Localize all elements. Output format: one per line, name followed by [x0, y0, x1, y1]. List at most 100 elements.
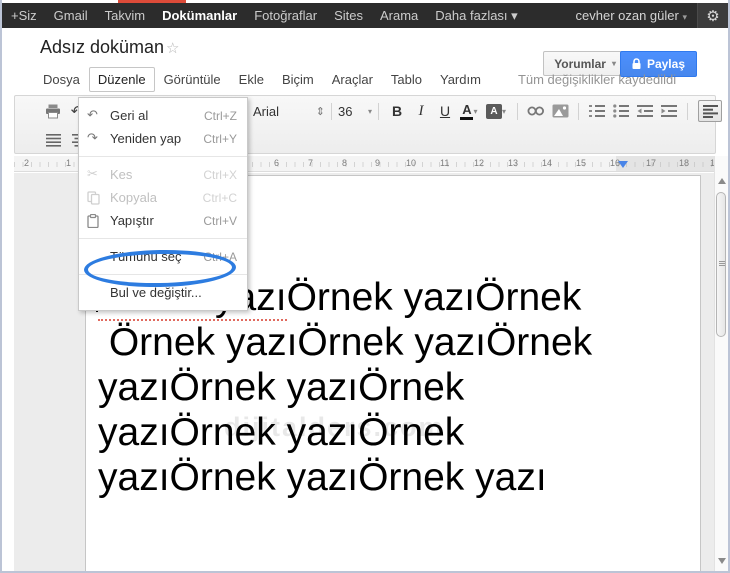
menu-goruntule[interactable]: Görüntüle	[155, 67, 230, 92]
align-left-button[interactable]	[698, 100, 722, 122]
outdent-icon	[637, 105, 653, 117]
menu-item-shortcut: Ctrl+Z	[204, 108, 237, 123]
nav-documents[interactable]: Dokümanlar	[162, 8, 237, 23]
scissors-icon: ✂	[87, 167, 98, 182]
menu-item-shortcut: Ctrl+C	[202, 190, 237, 205]
text-span: Örnek yazıÖrnek	[286, 276, 582, 319]
star-icon[interactable]: ☆	[166, 39, 179, 57]
redo-icon: ↷	[87, 131, 98, 146]
menu-duzenle[interactable]: Düzenle	[88, 67, 155, 92]
toolbar-separator	[578, 102, 579, 120]
nav-gmail[interactable]: Gmail	[54, 8, 88, 23]
account-menu[interactable]: cevher ozan güler ▾	[576, 8, 698, 23]
nav-more[interactable]: Daha fazlası ▾	[435, 8, 517, 24]
text-line: yazıÖrnek yazıÖrnek	[98, 411, 465, 454]
doc-header: Adsız doküman ☆ Yorumlar ▾ Paylaş Dosya …	[2, 28, 728, 95]
ruler-label: 14	[542, 158, 553, 168]
menu-item-shortcut: Ctrl+X	[203, 167, 237, 182]
chevron-down-icon: ▾	[511, 7, 518, 23]
italic-button[interactable]: I	[409, 100, 433, 122]
menu-item-redo[interactable]: ↷ Yeniden yap Ctrl+Y	[79, 127, 247, 150]
scrollbar-thumb[interactable]	[716, 192, 726, 337]
toolbar-separator	[687, 102, 688, 120]
format-controls: Arial ⇕ 36 ▾ B I U A ▾ A ▾	[253, 100, 722, 122]
google-bar: +Siz Gmail Takvim Dokümanlar Fotoğraflar…	[2, 3, 728, 28]
menu-item-label: Kopyala	[110, 190, 157, 205]
text-color-letter: A	[462, 101, 472, 117]
text-color-button[interactable]: A ▾	[457, 100, 481, 122]
menu-item-label: Yapıştır	[110, 213, 154, 228]
menu-dosya[interactable]: Dosya	[34, 67, 89, 92]
scroll-down-arrow-icon[interactable]	[718, 558, 726, 564]
ruler-label: 6	[274, 158, 280, 168]
ruler-label: 18	[679, 158, 690, 168]
highlight-color-button[interactable]: A ▾	[481, 100, 511, 122]
ruler-label: 1	[66, 158, 72, 168]
decrease-indent-button[interactable]	[633, 100, 657, 122]
justify-lines-icon	[45, 133, 61, 147]
right-margin-marker[interactable]	[618, 161, 628, 168]
insert-link-button[interactable]	[524, 100, 548, 122]
google-bar-links: +Siz Gmail Takvim Dokümanlar Fotoğraflar…	[2, 8, 518, 24]
nav-sites[interactable]: Sites	[334, 8, 363, 23]
text-line: Örnek yazıÖrnek yazıÖrnek	[98, 321, 593, 364]
ruler-label: 8	[342, 158, 348, 168]
increase-indent-button[interactable]	[657, 100, 681, 122]
bold-button[interactable]: B	[385, 100, 409, 122]
color-swatch	[460, 116, 474, 120]
align-left-icon	[702, 104, 718, 118]
menu-item-shortcut: Ctrl+V	[203, 213, 237, 228]
paste-icon	[87, 213, 110, 228]
bulleted-list-icon	[613, 104, 629, 118]
menu-item-paste[interactable]: Yapıştır Ctrl+V	[79, 209, 247, 232]
menu-item-undo[interactable]: ↶ Geri al Ctrl+Z	[79, 104, 247, 127]
scroll-up-arrow-icon[interactable]	[718, 178, 726, 184]
numbered-list-button[interactable]	[585, 100, 609, 122]
bulleted-list-button[interactable]	[609, 100, 633, 122]
ruler-label: 13	[508, 158, 519, 168]
menu-item-label: Kes	[110, 167, 133, 182]
menu-item-copy: Kopyala Ctrl+C	[79, 186, 247, 209]
settings-button[interactable]: ⚙	[697, 3, 728, 28]
chevron-down-icon: ▾	[367, 106, 372, 116]
underline-button[interactable]: U	[433, 100, 457, 122]
font-family-select[interactable]: Arial ⇕	[253, 104, 325, 119]
nav-search[interactable]: Arama	[380, 8, 418, 23]
document-title[interactable]: Adsız doküman	[40, 37, 164, 58]
font-family-value: Arial	[253, 103, 280, 119]
menu-araclar[interactable]: Araçlar	[323, 67, 382, 92]
toolbar-separator	[378, 102, 379, 120]
line-spacing-button[interactable]	[41, 129, 65, 151]
vertical-scrollbar[interactable]	[714, 156, 728, 571]
app-window: +Siz Gmail Takvim Dokümanlar Fotoğraflar…	[0, 0, 730, 573]
image-icon	[552, 104, 568, 118]
menu-bicim[interactable]: Biçim	[273, 67, 323, 92]
chevron-down-icon: ▾	[501, 106, 506, 116]
user-name: cevher ozan güler	[575, 8, 679, 23]
ruler-label: 9	[375, 158, 381, 168]
nav-photos[interactable]: Fotoğraflar	[254, 8, 317, 23]
ruler-label: 12	[474, 158, 485, 168]
highlight-icon: A	[485, 103, 502, 119]
menu-yardim[interactable]: Yardım	[431, 67, 490, 92]
print-button[interactable]	[41, 100, 65, 122]
nav-plus-you[interactable]: +Siz	[11, 8, 37, 23]
menu-item-label: Yeniden yap	[110, 131, 182, 146]
gear-icon: ⚙	[706, 6, 720, 25]
nav-calendar[interactable]: Takvim	[105, 8, 145, 23]
chevron-down-icon: ▾	[682, 12, 687, 22]
font-size-select[interactable]: 36 ▾	[338, 104, 372, 119]
ruler-label: 10	[406, 158, 417, 168]
menubar: Dosya Düzenle Görüntüle Ekle Biçim Araçl…	[34, 67, 676, 92]
menu-ekle[interactable]: Ekle	[230, 67, 273, 92]
ruler-label: 15	[576, 158, 587, 168]
menu-item-label: Bul ve değiştir...	[110, 285, 202, 300]
ruler-label: 2	[24, 158, 30, 168]
menu-tablo[interactable]: Tablo	[382, 67, 431, 92]
font-size-value: 36	[338, 103, 353, 119]
link-icon	[527, 106, 544, 116]
insert-image-button[interactable]	[548, 100, 572, 122]
indent-icon	[661, 105, 677, 117]
active-service-indicator	[118, 0, 186, 3]
text-line: yazıÖrnek yazıÖrnek	[98, 366, 465, 409]
